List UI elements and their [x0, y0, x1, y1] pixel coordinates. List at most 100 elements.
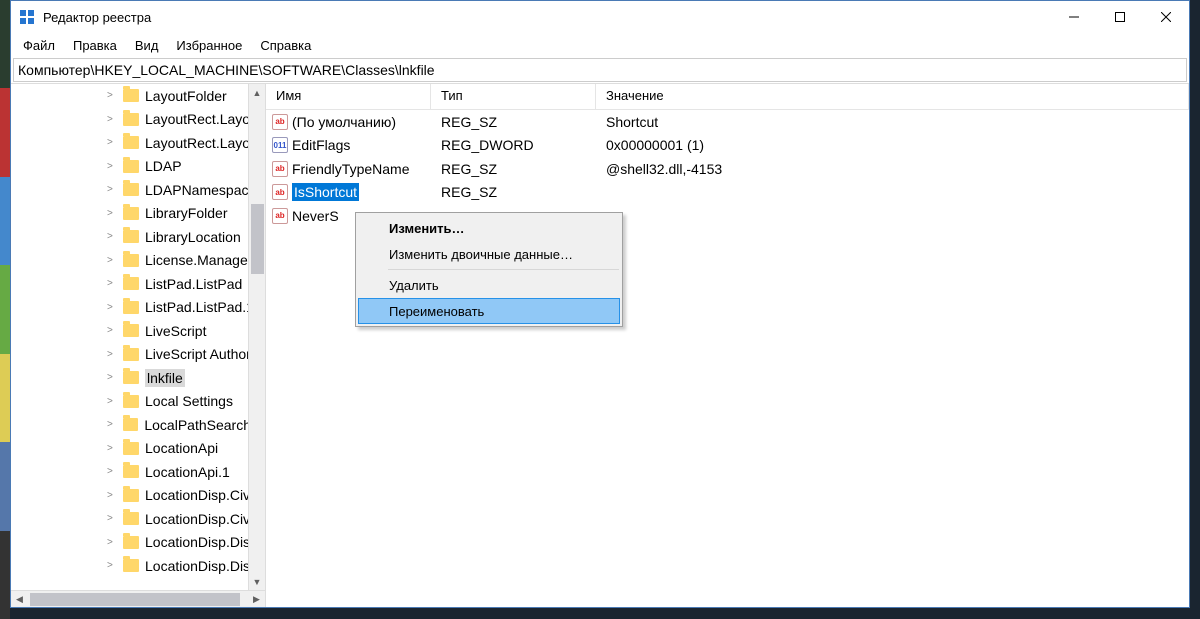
chevron-right-icon[interactable]: >	[107, 161, 113, 172]
tree-item[interactable]: > LocationDisp.Civic	[11, 484, 265, 508]
chevron-right-icon[interactable]: >	[107, 208, 113, 219]
tree-item[interactable]: >License.Manager.1	[11, 249, 265, 273]
chevron-right-icon[interactable]: >	[107, 419, 113, 430]
tree-item-label: LiveScript	[145, 323, 206, 339]
tree-item[interactable]: >lnkfile	[11, 366, 265, 390]
value-row[interactable]: ab(По умолчанию)REG_SZShortcut	[266, 110, 1189, 134]
tree-item[interactable]: >LocalPathSearchPr	[11, 413, 265, 437]
menu-edit[interactable]: Правка	[65, 36, 125, 55]
column-value[interactable]: Значение	[596, 84, 1189, 109]
address-path: Компьютер\HKEY_LOCAL_MACHINE\SOFTWARE\Cl…	[18, 62, 435, 78]
close-button[interactable]	[1143, 1, 1189, 33]
chevron-right-icon[interactable]: >	[107, 560, 113, 571]
chevron-right-icon[interactable]: >	[107, 302, 113, 313]
tree-item[interactable]: > ListPad.ListPad.1	[11, 296, 265, 320]
tree-item[interactable]: >LayoutRect.Layout	[11, 108, 265, 132]
menu-help[interactable]: Справка	[252, 36, 319, 55]
address-bar[interactable]: Компьютер\HKEY_LOCAL_MACHINE\SOFTWARE\Cl…	[13, 58, 1187, 82]
chevron-right-icon[interactable]: >	[107, 114, 113, 125]
chevron-right-icon[interactable]: >	[107, 537, 113, 548]
titlebar[interactable]: Редактор реестра	[11, 1, 1189, 33]
chevron-right-icon[interactable]: >	[107, 443, 113, 454]
chevron-right-icon[interactable]: >	[107, 255, 113, 266]
value-data: Shortcut	[596, 114, 1189, 130]
tree-item[interactable]: >LayoutFolder	[11, 84, 265, 108]
folder-icon	[123, 489, 139, 502]
scroll-left-icon[interactable]: ◀	[11, 594, 28, 605]
value-row[interactable]: abIsShortcutREG_SZ	[266, 181, 1189, 205]
value-icon: ab	[272, 161, 288, 177]
value-row[interactable]: abFriendlyTypeNameREG_SZ@shell32.dll,-41…	[266, 157, 1189, 181]
value-icon: ab	[272, 208, 288, 224]
ctx-modify[interactable]: Изменить…	[358, 215, 620, 241]
chevron-right-icon[interactable]: >	[107, 278, 113, 289]
desktop-strip	[0, 0, 10, 619]
menu-view[interactable]: Вид	[127, 36, 167, 55]
value-data: @shell32.dll,-4153	[596, 161, 1189, 177]
chevron-right-icon[interactable]: >	[107, 90, 113, 101]
tree-item-label: LocationDisp.Disp	[145, 558, 258, 574]
tree-item-label: LibraryLocation	[145, 229, 241, 245]
tree-item[interactable]: > LDAP	[11, 155, 265, 179]
folder-icon	[123, 230, 139, 243]
tree-item-label: LocationDisp.Civic	[145, 487, 260, 503]
menu-favorites[interactable]: Избранное	[168, 36, 250, 55]
window-title: Редактор реестра	[43, 10, 1051, 25]
tree-vscrollbar[interactable]: ▲ ▼	[248, 84, 265, 590]
tree-item[interactable]: >LocationApi	[11, 437, 265, 461]
maximize-icon	[1115, 12, 1125, 22]
tree-body: >LayoutFolder>LayoutRect.Layout>LayoutRe…	[11, 84, 265, 607]
tree-item[interactable]: > LiveScript	[11, 319, 265, 343]
chevron-right-icon[interactable]: >	[107, 513, 113, 524]
tree-item[interactable]: >LayoutRect.Layout	[11, 131, 265, 155]
tree-item[interactable]: >LiveScript Author	[11, 343, 265, 367]
tree-item[interactable]: >LocationDisp.Civic	[11, 507, 265, 531]
tree-item[interactable]: >Local Settings	[11, 390, 265, 414]
tree-item-label: LocationApi.1	[145, 464, 230, 480]
tree-item[interactable]: > LocationDisp.Disp	[11, 554, 265, 578]
maximize-button[interactable]	[1097, 1, 1143, 33]
value-name: EditFlags	[292, 137, 350, 153]
minimize-icon	[1069, 12, 1079, 22]
tree-item[interactable]: > LocationApi.1	[11, 460, 265, 484]
tree-item[interactable]: >ListPad.ListPad	[11, 272, 265, 296]
value-type: REG_SZ	[431, 184, 596, 200]
tree-item[interactable]: > LibraryLocation	[11, 225, 265, 249]
folder-icon	[123, 395, 139, 408]
folder-icon	[123, 301, 139, 314]
ctx-modify-binary[interactable]: Изменить двоичные данные…	[358, 241, 620, 267]
chevron-right-icon[interactable]: >	[107, 349, 113, 360]
scroll-down-icon[interactable]: ▼	[249, 573, 265, 590]
folder-icon	[123, 113, 139, 126]
chevron-right-icon[interactable]: >	[107, 466, 113, 477]
tree-item-label: ListPad.ListPad.1	[145, 299, 254, 315]
chevron-right-icon[interactable]: >	[107, 372, 113, 383]
folder-icon	[123, 512, 139, 525]
folder-icon	[123, 324, 139, 337]
menu-file[interactable]: Файл	[15, 36, 63, 55]
tree-item-label: LDAPNamespace	[145, 182, 256, 198]
chevron-right-icon[interactable]: >	[107, 184, 113, 195]
tree-item-label: LDAP	[145, 158, 182, 174]
scroll-up-icon[interactable]: ▲	[249, 84, 265, 101]
minimize-button[interactable]	[1051, 1, 1097, 33]
chevron-right-icon[interactable]: >	[107, 490, 113, 501]
tree-item[interactable]: > LDAPNamespace	[11, 178, 265, 202]
tree-item[interactable]: > LocationDisp.Disp	[11, 531, 265, 555]
folder-icon	[123, 559, 139, 572]
value-row[interactable]: 011EditFlagsREG_DWORD0x00000001 (1)	[266, 134, 1189, 158]
column-name[interactable]: Имя	[266, 84, 431, 109]
ctx-delete[interactable]: Удалить	[358, 272, 620, 298]
chevron-right-icon[interactable]: >	[107, 137, 113, 148]
tree-item[interactable]: >LibraryFolder	[11, 202, 265, 226]
column-type[interactable]: Тип	[431, 84, 596, 109]
tree-hscrollbar[interactable]: ◀ ▶	[11, 590, 265, 607]
vscroll-thumb[interactable]	[251, 204, 264, 274]
scroll-right-icon[interactable]: ▶	[248, 594, 265, 605]
hscroll-thumb[interactable]	[30, 593, 240, 606]
chevron-right-icon[interactable]: >	[107, 231, 113, 242]
chevron-right-icon[interactable]: >	[107, 396, 113, 407]
chevron-right-icon[interactable]: >	[107, 325, 113, 336]
tree-item-label: LocationDisp.Disp	[145, 534, 258, 550]
ctx-rename[interactable]: Переименовать	[358, 298, 620, 324]
